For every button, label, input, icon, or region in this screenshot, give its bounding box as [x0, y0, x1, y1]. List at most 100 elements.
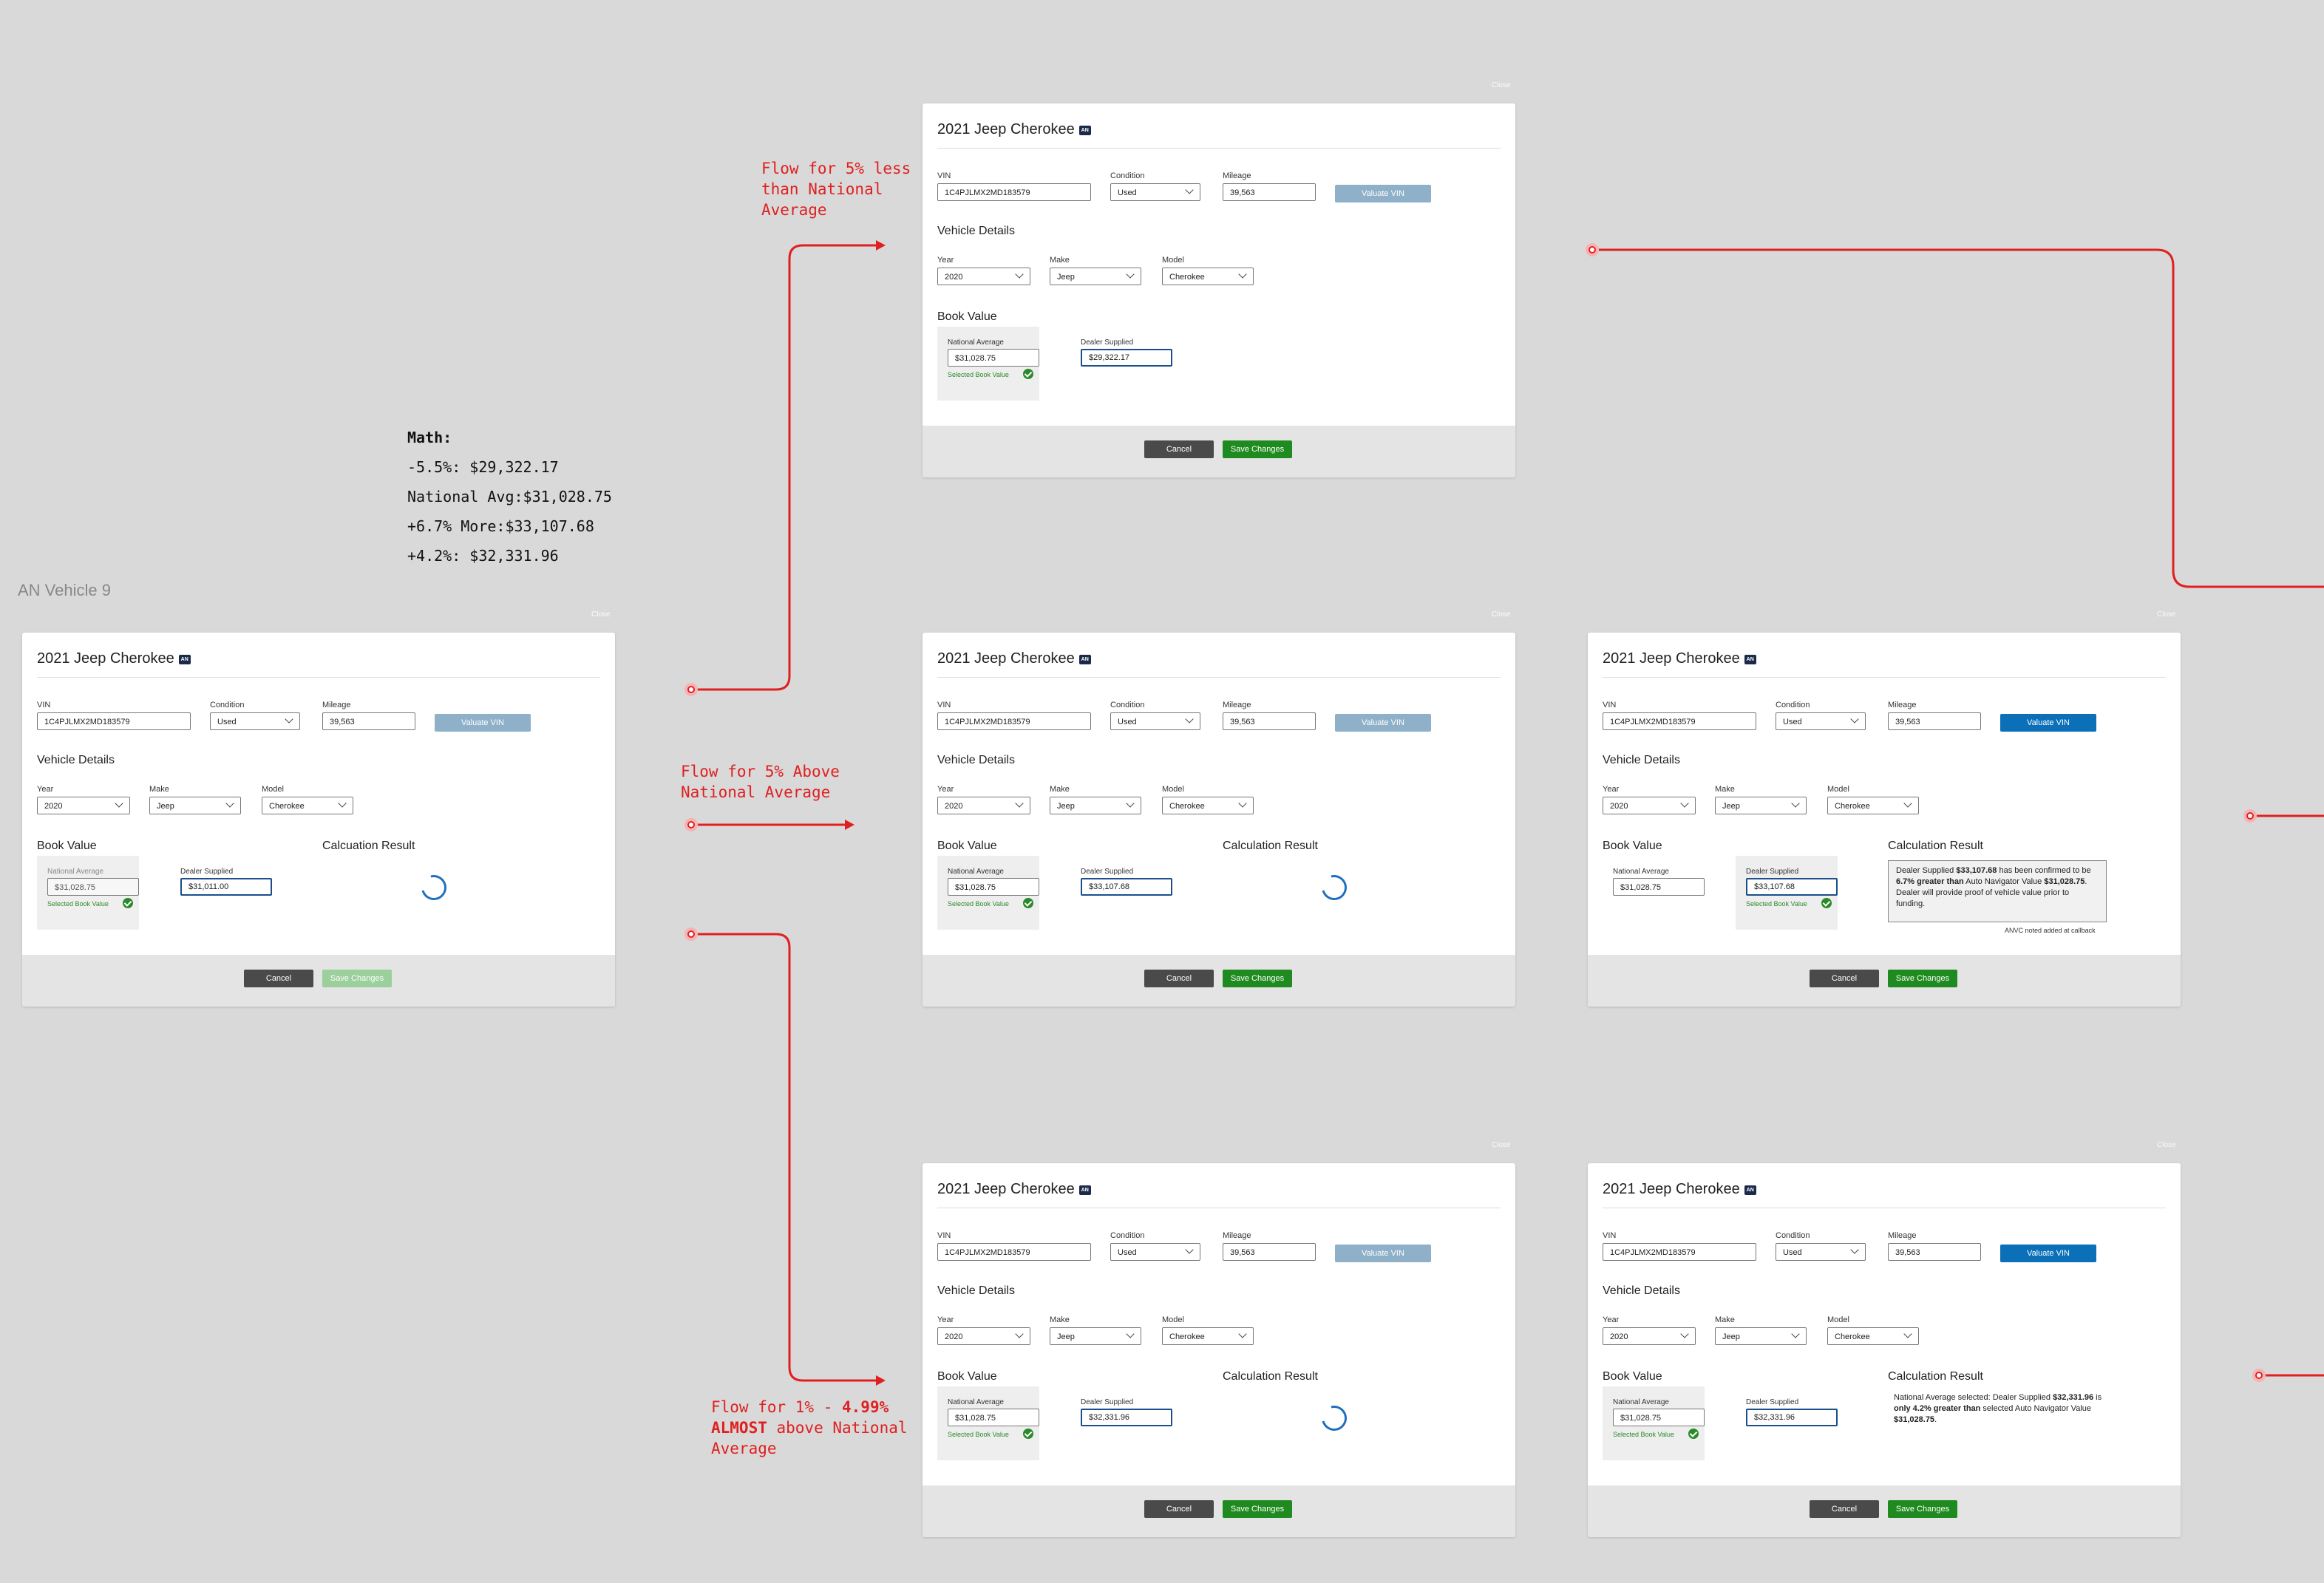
close-link[interactable]: Close [1492, 610, 1511, 619]
make-select[interactable]: Jeep [1715, 797, 1807, 814]
vin-field[interactable]: 1C4PJLMX2MD183579 [1603, 1243, 1756, 1261]
cancel-button[interactable]: Cancel [1810, 1500, 1879, 1518]
chevron-down-icon [1015, 270, 1024, 279]
dealer-supplied-field[interactable]: $31,011.00 [180, 878, 272, 896]
valuate-vin-button[interactable]: Valuate VIN [435, 714, 531, 732]
vin-field[interactable]: 1C4PJLMX2MD183579 [937, 183, 1091, 201]
save-changes-button[interactable]: Save Changes [1223, 440, 1292, 458]
mileage-field[interactable]: 39,563 [1223, 183, 1316, 201]
selected-book-value-label: Selected Book Value [948, 371, 1009, 378]
model-select[interactable]: Cherokee [1162, 1327, 1254, 1345]
dealer-supplied-field[interactable]: $29,322.17 [1081, 349, 1172, 367]
valuate-vin-button[interactable]: Valuate VIN [1335, 714, 1431, 732]
model-select[interactable]: Cherokee [1827, 797, 1919, 814]
condition-select[interactable]: Used [1776, 1243, 1866, 1261]
national-average-field[interactable]: $31,028.75 [948, 878, 1039, 896]
year-label: Year [937, 1315, 954, 1324]
year-value: 2020 [945, 1332, 963, 1341]
model-select[interactable]: Cherokee [1827, 1327, 1919, 1345]
dealer-supplied-field[interactable]: $33,107.68 [1746, 878, 1838, 896]
close-link[interactable]: Close [1492, 81, 1511, 89]
year-select[interactable]: 2020 [37, 797, 130, 814]
vin-label: VIN [1603, 1231, 1617, 1240]
vehicle-details-heading: Vehicle Details [937, 754, 1015, 766]
dealer-supplied-label: Dealer Supplied [180, 868, 234, 876]
condition-label: Condition [210, 701, 245, 709]
condition-select[interactable]: Used [1776, 712, 1866, 730]
year-select[interactable]: 2020 [1603, 1327, 1696, 1345]
make-select[interactable]: Jeep [1715, 1327, 1807, 1345]
year-select[interactable]: 2020 [937, 797, 1030, 814]
dealer-supplied-field[interactable]: $32,331.96 [1746, 1409, 1838, 1426]
flow-note-almost: Flow for 1% - 4.99% ALMOST above Nationa… [711, 1397, 908, 1459]
year-label: Year [1603, 785, 1620, 794]
valuate-vin-button[interactable]: Valuate VIN [2000, 1245, 2096, 1262]
cancel-button[interactable]: Cancel [1144, 1500, 1214, 1518]
mileage-field[interactable]: 39,563 [1888, 1243, 1981, 1261]
year-select[interactable]: 2020 [1603, 797, 1696, 814]
vin-field[interactable]: 1C4PJLMX2MD183579 [37, 712, 191, 730]
mileage-field[interactable]: 39,563 [1223, 1243, 1316, 1261]
save-changes-button[interactable]: Save Changes [322, 970, 392, 987]
mileage-field[interactable]: 39,563 [1223, 712, 1316, 730]
selected-book-value-label: Selected Book Value [948, 1431, 1009, 1438]
condition-select[interactable]: Used [1110, 183, 1200, 201]
national-average-field[interactable]: $31,028.75 [1613, 878, 1705, 896]
save-changes-button[interactable]: Save Changes [1888, 970, 1957, 987]
make-select[interactable]: Jeep [1050, 268, 1141, 285]
vehicle-modal-above-result: 2021 Jeep Cherokee AN VIN 1C4PJLMX2MD1835… [1588, 633, 2181, 1007]
national-average-label: National Average [948, 1398, 1004, 1406]
valuate-vin-button[interactable]: Valuate VIN [1335, 1245, 1431, 1262]
cancel-button[interactable]: Cancel [1144, 440, 1214, 458]
title-divider [937, 677, 1501, 678]
condition-select[interactable]: Used [1110, 1243, 1200, 1261]
make-select[interactable]: Jeep [1050, 797, 1141, 814]
cancel-button[interactable]: Cancel [1144, 970, 1214, 987]
valuate-vin-button[interactable]: Valuate VIN [1335, 185, 1431, 202]
save-changes-button[interactable]: Save Changes [1223, 970, 1292, 987]
make-label: Make [1050, 256, 1070, 265]
model-select[interactable]: Cherokee [1162, 268, 1254, 285]
vin-field[interactable]: 1C4PJLMX2MD183579 [937, 712, 1091, 730]
cancel-button[interactable]: Cancel [1810, 970, 1879, 987]
national-average-field[interactable]: $31,028.75 [1613, 1409, 1705, 1426]
model-select[interactable]: Cherokee [1162, 797, 1254, 814]
arrowhead-above [845, 820, 854, 830]
condition-label: Condition [1110, 1231, 1145, 1240]
mileage-field[interactable]: 39,563 [322, 712, 415, 730]
year-select[interactable]: 2020 [937, 268, 1030, 285]
close-link[interactable]: Close [2157, 610, 2176, 619]
save-changes-button[interactable]: Save Changes [1223, 1500, 1292, 1518]
national-average-field[interactable]: $31,028.75 [47, 878, 139, 896]
chevron-down-icon [1791, 1330, 1800, 1338]
condition-select[interactable]: Used [210, 712, 300, 730]
close-link[interactable]: Close [591, 610, 611, 619]
modal-title: 2021 Jeep Cherokee AN [1603, 1181, 1756, 1198]
dealer-supplied-field[interactable]: $32,331.96 [1081, 1409, 1172, 1426]
dealer-supplied-field[interactable]: $33,107.68 [1081, 878, 1172, 896]
close-link[interactable]: Close [1492, 1141, 1511, 1149]
vin-field[interactable]: 1C4PJLMX2MD183579 [937, 1243, 1091, 1261]
modal-footer: Cancel Save Changes [22, 955, 615, 1007]
national-average-field[interactable]: $31,028.75 [948, 349, 1039, 367]
check-circle-icon [123, 898, 133, 908]
result-text-part: $31,028.75 [2044, 877, 2085, 886]
condition-value: Used [217, 718, 237, 726]
chevron-down-icon [1126, 1330, 1135, 1338]
cancel-button[interactable]: Cancel [244, 970, 313, 987]
valuate-vin-button[interactable]: Valuate VIN [2000, 714, 2096, 732]
connector-almost [691, 933, 881, 1382]
national-average-field[interactable]: $31,028.75 [948, 1409, 1039, 1426]
vin-field[interactable]: 1C4PJLMX2MD183579 [1603, 712, 1756, 730]
model-label: Model [262, 785, 284, 794]
chevron-down-icon [1015, 799, 1024, 808]
close-link[interactable]: Close [2157, 1141, 2176, 1149]
condition-select[interactable]: Used [1110, 712, 1200, 730]
mileage-field[interactable]: 39,563 [1888, 712, 1981, 730]
model-select[interactable]: Cherokee [262, 797, 353, 814]
year-select[interactable]: 2020 [937, 1327, 1030, 1345]
save-changes-button[interactable]: Save Changes [1888, 1500, 1957, 1518]
vehicle-details-heading: Vehicle Details [1603, 1284, 1680, 1297]
make-select[interactable]: Jeep [1050, 1327, 1141, 1345]
make-select[interactable]: Jeep [149, 797, 241, 814]
